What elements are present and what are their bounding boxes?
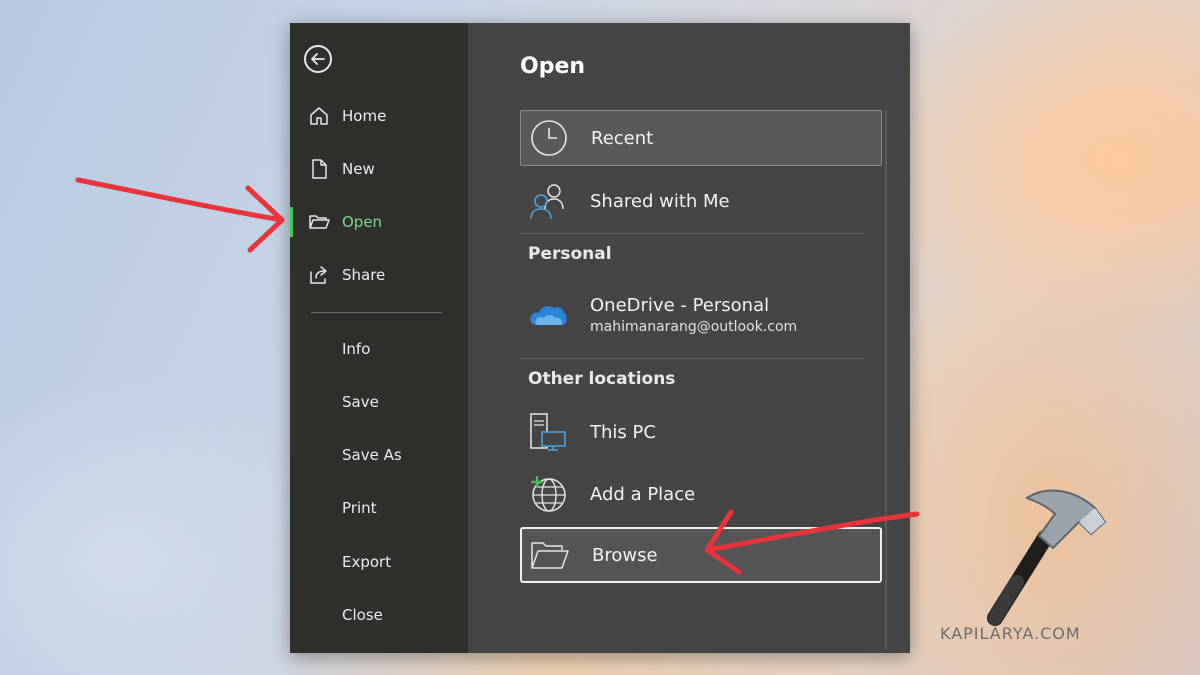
section-header-personal: Personal: [528, 244, 612, 264]
clock-icon: [529, 118, 569, 158]
account-email: mahimanarang@outlook.com: [590, 319, 798, 335]
sidebar-item-label: Home: [342, 107, 387, 125]
new-document-icon: [308, 158, 330, 180]
sidebar-item-save-as[interactable]: Save As: [290, 434, 468, 476]
location-recent[interactable]: Recent: [520, 110, 882, 166]
sidebar-item-label: Open: [342, 213, 383, 231]
watermark: KAPILARYA.COM: [940, 624, 1081, 643]
sidebar-item-label: Share: [342, 266, 386, 284]
onedrive-cloud-icon: [528, 295, 568, 335]
location-label: This PC: [590, 421, 656, 443]
globe-add-icon: [528, 474, 568, 514]
section-divider: [520, 233, 864, 234]
location-label: Recent: [591, 127, 654, 149]
sidebar-item-new[interactable]: New: [290, 148, 468, 190]
home-icon: [308, 105, 330, 127]
folder-icon: [530, 535, 570, 575]
section-header-other-locations: Other locations: [528, 369, 676, 389]
sidebar-item-export[interactable]: Export: [290, 541, 468, 583]
sidebar-item-open[interactable]: Open: [290, 201, 468, 243]
computer-icon: [528, 412, 568, 452]
sidebar-item-share[interactable]: Share: [290, 254, 468, 296]
sidebar-item-close[interactable]: Close: [290, 594, 468, 636]
sidebar-item-home[interactable]: Home: [290, 95, 468, 137]
location-shared-with-me[interactable]: Shared with Me: [520, 173, 882, 229]
annotation-arrow-browse: [704, 509, 920, 575]
sidebar-item-label: Close: [342, 606, 383, 624]
sidebar-item-label: Save As: [342, 446, 402, 464]
back-button[interactable]: [304, 45, 332, 73]
section-divider: [520, 358, 864, 359]
location-label: Add a Place: [590, 483, 696, 505]
sidebar-item-label: Info: [342, 340, 371, 358]
sidebar-item-label: Print: [342, 499, 377, 517]
folder-open-icon: [308, 211, 330, 233]
hammer-logo-icon: [987, 489, 1107, 626]
share-icon: [308, 264, 330, 286]
sidebar-item-print[interactable]: Print: [290, 487, 468, 529]
sidebar-divider: [311, 312, 442, 313]
back-arrow-icon: [311, 53, 325, 65]
location-this-pc[interactable]: This PC: [520, 404, 882, 460]
sidebar-item-label: New: [342, 160, 375, 178]
backstage-sidebar: Home New Open Share Info Save Save As Pr…: [290, 23, 468, 653]
sidebar-item-label: Export: [342, 553, 392, 571]
location-label: Browse: [592, 544, 658, 566]
page-title: Open: [520, 54, 586, 79]
location-onedrive-personal[interactable]: OneDrive - Personal mahimanarang@outlook…: [520, 287, 882, 343]
people-icon: [528, 181, 568, 221]
location-label: OneDrive - Personal: [590, 295, 770, 316]
sidebar-item-label: Save: [342, 393, 379, 411]
sidebar-item-save[interactable]: Save: [290, 381, 468, 423]
annotation-arrow-open: [75, 177, 285, 253]
location-label: Shared with Me: [590, 190, 730, 212]
sidebar-item-info[interactable]: Info: [290, 328, 468, 370]
